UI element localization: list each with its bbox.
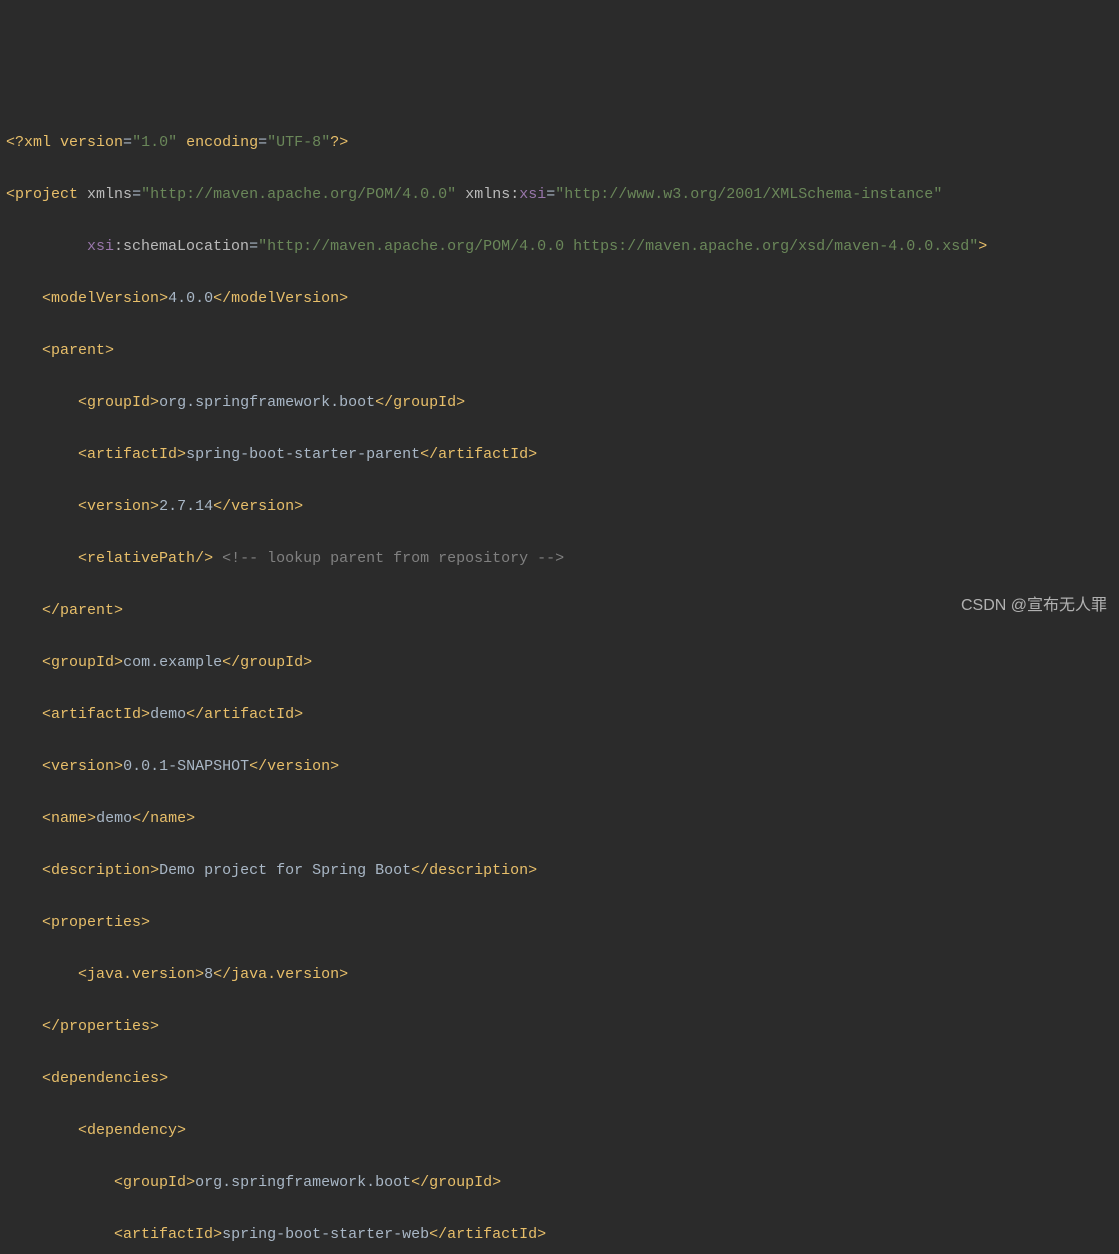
code-line: <artifactId>demo</artifactId> [6, 702, 1119, 728]
description: Demo project for Spring Boot [159, 862, 411, 879]
code-line: <groupId>com.example</groupId> [6, 650, 1119, 676]
watermark-text: CSDN @宣布无人罪 [961, 593, 1107, 619]
code-line: <artifactId>spring-boot-starter-web</art… [6, 1222, 1119, 1248]
java-version: 8 [204, 966, 213, 983]
code-line: <relativePath/> <!-- lookup parent from … [6, 546, 1119, 572]
xml-version: 1.0 [141, 134, 168, 151]
code-line: </properties> [6, 1014, 1119, 1040]
artifactid: demo [150, 706, 186, 723]
relative-path-comment: <!-- lookup parent from repository --> [222, 550, 564, 567]
schema-location: http://maven.apache.org/POM/4.0.0 https:… [267, 238, 969, 255]
model-version: 4.0.0 [168, 290, 213, 307]
code-line: <java.version>8</java.version> [6, 962, 1119, 988]
name: demo [96, 810, 132, 827]
code-line: <modelVersion>4.0.0</modelVersion> [6, 286, 1119, 312]
code-line: <?xml version="1.0" encoding="UTF-8"?> [6, 130, 1119, 156]
code-editor-xml[interactable]: <?xml version="1.0" encoding="UTF-8"?> <… [0, 104, 1119, 1254]
code-line: </parent> [6, 598, 1119, 624]
code-line: <artifactId>spring-boot-starter-parent</… [6, 442, 1119, 468]
parent-artifactid: spring-boot-starter-parent [186, 446, 420, 463]
code-line: <description>Demo project for Spring Boo… [6, 858, 1119, 884]
code-line: <project xmlns="http://maven.apache.org/… [6, 182, 1119, 208]
code-line: <parent> [6, 338, 1119, 364]
code-line: <version>0.0.1-SNAPSHOT</version> [6, 754, 1119, 780]
xmlns-xsi: http://www.w3.org/2001/XMLSchema-instanc… [564, 186, 933, 203]
version: 0.0.1-SNAPSHOT [123, 758, 249, 775]
dep-artifactid: spring-boot-starter-web [222, 1226, 429, 1243]
code-line: <groupId>org.springframework.boot</group… [6, 390, 1119, 416]
code-line: <groupId>org.springframework.boot</group… [6, 1170, 1119, 1196]
code-line: <version>2.7.14</version> [6, 494, 1119, 520]
code-line: xsi:schemaLocation="http://maven.apache.… [6, 234, 1119, 260]
code-line: <dependencies> [6, 1066, 1119, 1092]
parent-groupid: org.springframework.boot [159, 394, 375, 411]
code-line: <dependency> [6, 1118, 1119, 1144]
xml-encoding: UTF-8 [276, 134, 321, 151]
dep-groupid: org.springframework.boot [195, 1174, 411, 1191]
groupid: com.example [123, 654, 222, 671]
xmlns: http://maven.apache.org/POM/4.0.0 [150, 186, 447, 203]
code-line: <properties> [6, 910, 1119, 936]
code-line: <name>demo</name> [6, 806, 1119, 832]
parent-version: 2.7.14 [159, 498, 213, 515]
